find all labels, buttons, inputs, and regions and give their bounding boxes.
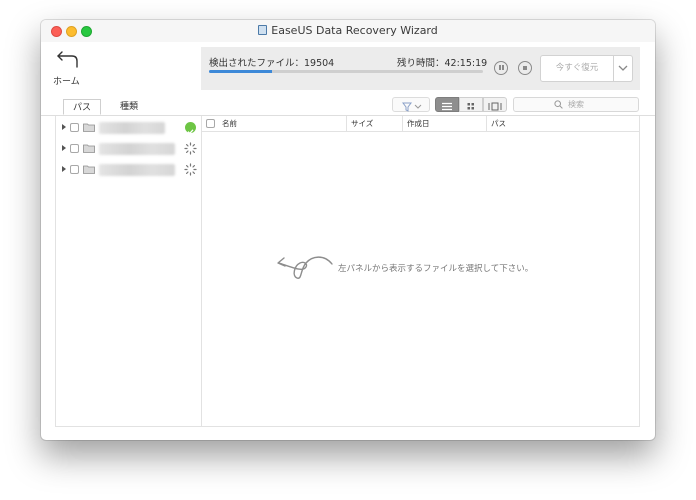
filmstrip-view-icon	[488, 102, 502, 111]
search-input[interactable]: 検索	[513, 97, 639, 112]
expand-arrow-icon[interactable]	[62, 145, 66, 151]
filter-icon	[402, 102, 422, 112]
scan-complete-icon	[185, 122, 196, 135]
select-all-checkbox[interactable]	[206, 119, 215, 128]
loading-spinner-icon	[184, 142, 197, 155]
time-remaining-label: 残り時間：42:15:19	[397, 58, 488, 69]
tree-item-name	[99, 143, 175, 155]
scan-progress-fill	[209, 70, 273, 73]
stop-button[interactable]	[518, 61, 532, 75]
expand-arrow-icon[interactable]	[62, 166, 66, 172]
chevron-down-icon	[618, 65, 628, 71]
curved-arrow-icon	[277, 256, 333, 279]
folder-icon	[83, 165, 95, 174]
window-title-area: EaseUS Data Recovery Wizard	[41, 20, 655, 42]
list-view-icon	[442, 102, 452, 111]
files-found-label: 検出されたファイル：19504	[209, 58, 335, 69]
empty-state-hint: 左パネルから表示するファイルを選択して下さい。	[338, 264, 534, 274]
loading-spinner-icon	[184, 163, 197, 176]
column-header-size[interactable]: サイズ	[346, 116, 402, 131]
folder-tree-panel	[55, 116, 202, 427]
app-window: EaseUS Data Recovery Wizard ホーム 検出されたファイ…	[41, 20, 655, 440]
column-header-name[interactable]: 名前	[218, 116, 346, 131]
search-icon	[554, 100, 563, 109]
tree-row[interactable]	[56, 119, 203, 137]
scan-status-bar: 検出されたファイル：19504 残り時間：42:15:19 今すぐ復元	[201, 47, 640, 90]
folder-icon	[83, 144, 95, 153]
scan-progress-bar	[209, 70, 483, 73]
stop-icon	[522, 65, 527, 70]
home-button[interactable]: ホーム	[51, 50, 95, 90]
list-view-button[interactable]	[435, 97, 459, 112]
file-list-panel: 名前 サイズ 作成日 パス 左パネルから表示するファイルを選択して下さい。	[202, 116, 640, 427]
tab-path[interactable]: パス	[63, 99, 101, 115]
app-icon	[258, 25, 268, 35]
search-placeholder: 検索	[568, 100, 584, 109]
column-header-date[interactable]: 作成日	[402, 116, 486, 131]
filter-button[interactable]	[392, 97, 430, 112]
tree-row[interactable]	[56, 140, 203, 158]
filmstrip-view-button[interactable]	[483, 97, 507, 112]
pause-button[interactable]	[494, 61, 508, 75]
tree-row-checkbox[interactable]	[70, 144, 79, 153]
tree-row-checkbox[interactable]	[70, 165, 79, 174]
grid-view-button[interactable]	[459, 97, 483, 112]
tree-row[interactable]	[56, 161, 203, 179]
file-list-header: 名前 サイズ 作成日 パス	[202, 116, 639, 132]
title-bar: EaseUS Data Recovery Wizard	[41, 20, 655, 42]
recover-options-dropdown[interactable]	[613, 55, 633, 82]
back-arrow-icon	[57, 51, 78, 68]
tab-type[interactable]: 種類	[115, 99, 143, 115]
folder-icon	[83, 123, 95, 132]
recover-now-button[interactable]: 今すぐ復元	[540, 55, 614, 82]
home-label: ホーム	[53, 77, 80, 87]
window-title: EaseUS Data Recovery Wizard	[271, 24, 438, 37]
tree-row-checkbox[interactable]	[70, 123, 79, 132]
grid-view-icon	[467, 103, 474, 110]
column-header-path[interactable]: パス	[486, 116, 639, 131]
tree-item-name	[99, 122, 165, 134]
tree-item-name	[99, 164, 175, 176]
expand-arrow-icon[interactable]	[62, 124, 66, 130]
